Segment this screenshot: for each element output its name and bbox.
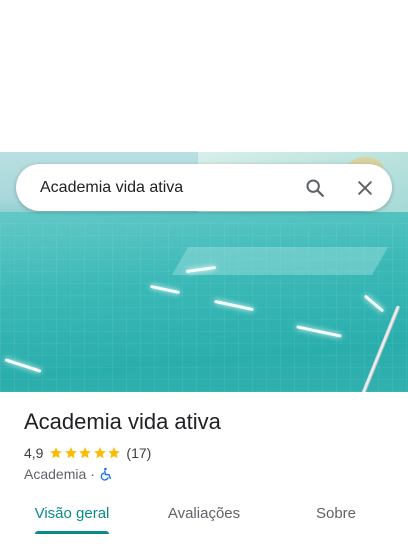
rating-row[interactable]: 4,9 (17): [24, 444, 151, 462]
rating-value: 4,9: [24, 445, 44, 461]
search-input[interactable]: Academia vida ativa: [40, 178, 183, 197]
close-button[interactable]: [350, 173, 380, 203]
place-category[interactable]: Academia: [24, 466, 86, 482]
place-info: Academia vida ativa 4,9 (17) Academia ·: [24, 408, 394, 482]
place-title: Academia vida ativa: [24, 409, 221, 434]
wheelchair-icon: [100, 467, 112, 481]
close-icon: [358, 181, 372, 195]
search-box[interactable]: Academia vida ativa: [16, 164, 392, 211]
star-icon: [50, 447, 63, 459]
star-rating: [49, 446, 121, 460]
star-icon: [79, 447, 92, 459]
separator-dot: ·: [90, 466, 95, 482]
star-icon: [108, 447, 120, 459]
active-tab-indicator: [35, 531, 109, 534]
search-button[interactable]: [300, 173, 330, 203]
star-icon: [65, 447, 77, 459]
review-count[interactable]: (17): [126, 445, 151, 461]
pool-step: [171, 247, 389, 275]
tab-reviews[interactable]: Avaliações: [156, 496, 252, 532]
place-page: Academia vida ativa Academia vida ativa …: [0, 0, 408, 544]
star-icon: [93, 447, 106, 459]
tab-about[interactable]: Sobre: [288, 496, 384, 532]
tab-overview[interactable]: Visão geral: [24, 496, 120, 532]
place-tabs: Visão geral Avaliações Sobre: [0, 496, 408, 544]
category-row: Academia ·: [24, 465, 113, 483]
search-icon: [306, 179, 324, 197]
